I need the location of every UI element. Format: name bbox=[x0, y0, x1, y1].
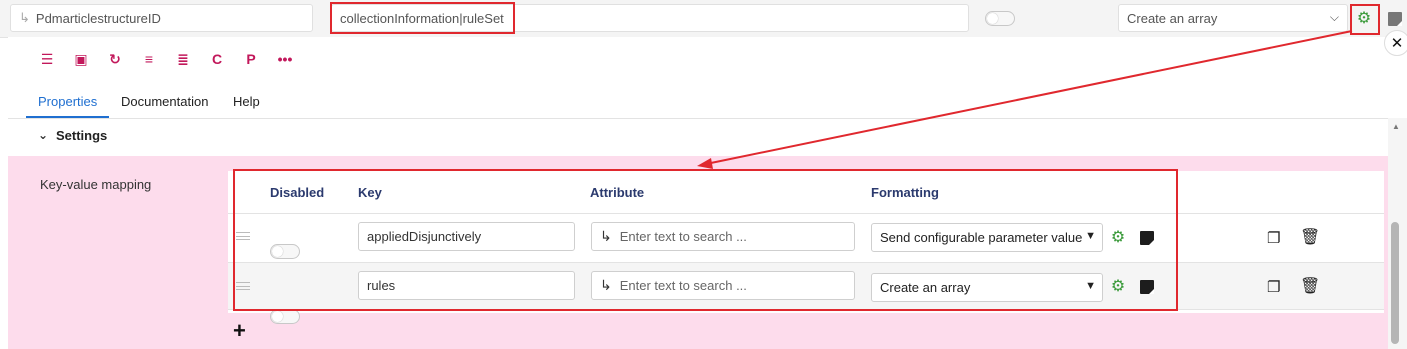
annotation-arrow bbox=[697, 30, 1353, 169]
arrow-head bbox=[697, 158, 713, 169]
arrow-line bbox=[705, 30, 1353, 165]
